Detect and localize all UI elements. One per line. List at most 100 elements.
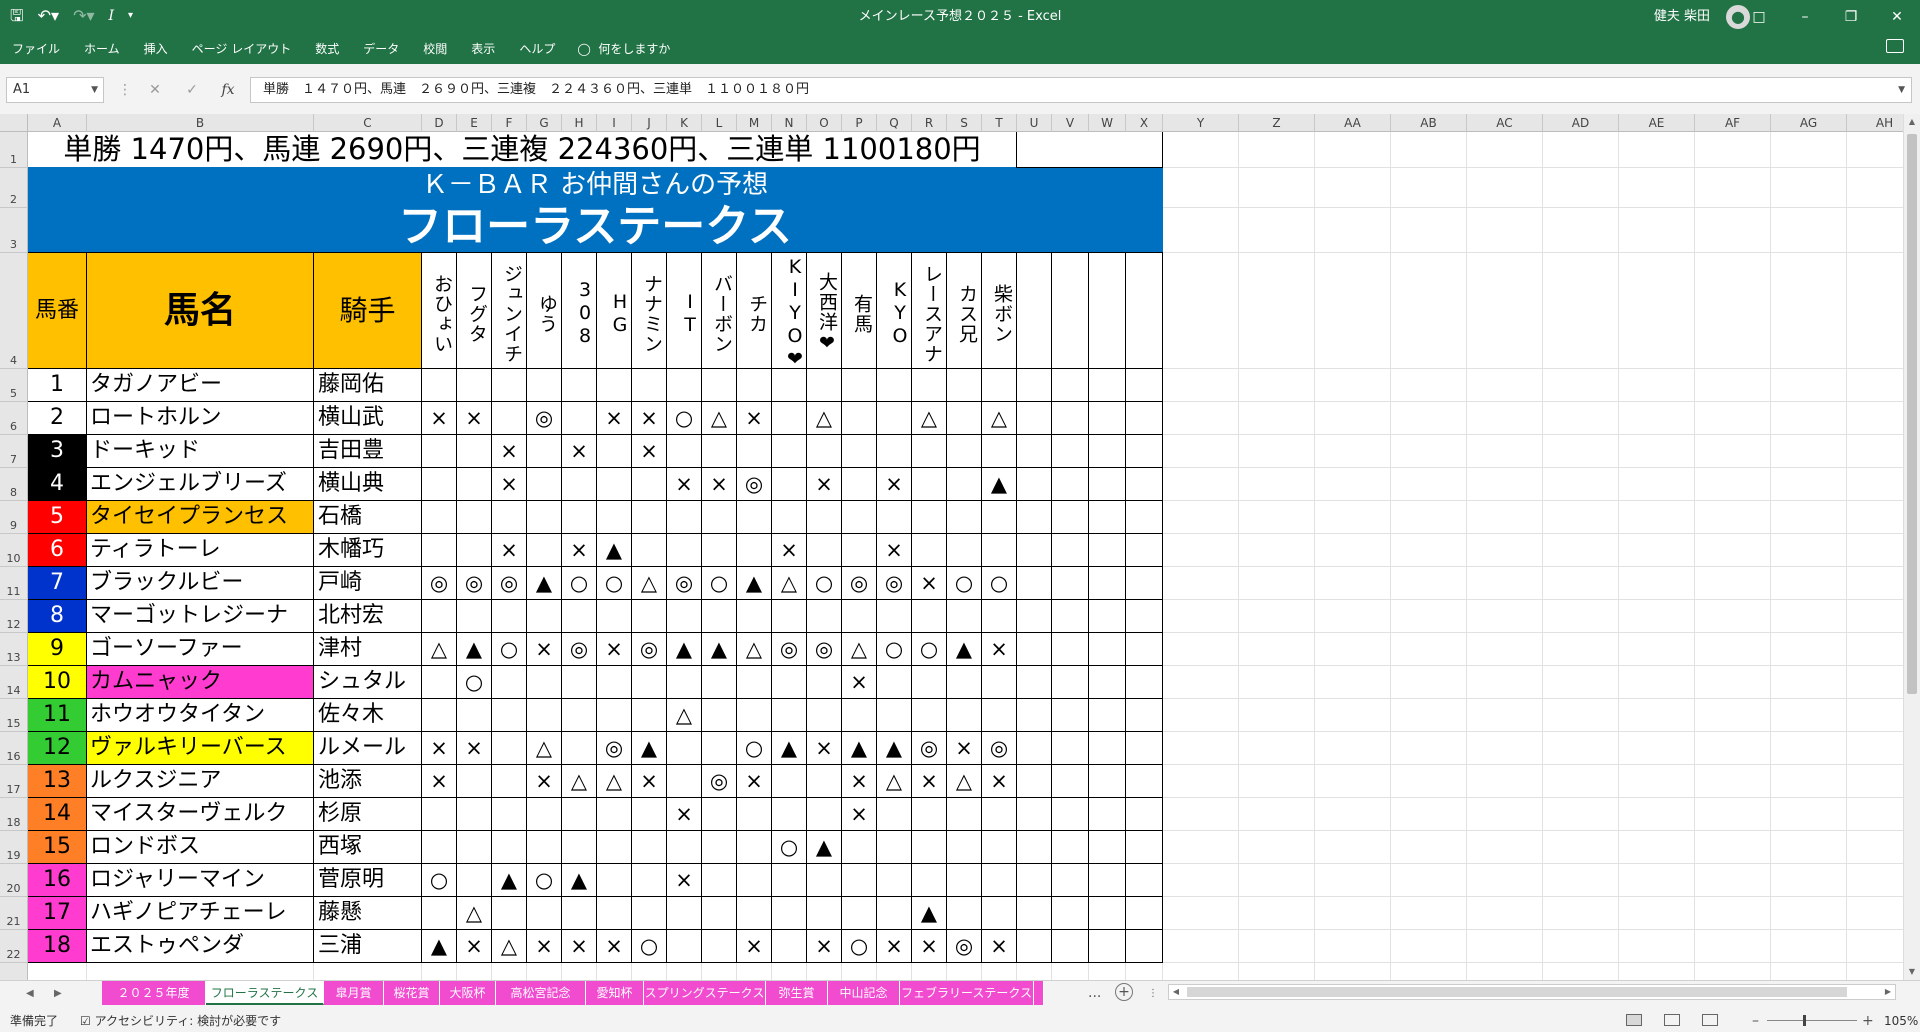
prediction-mark[interactable] [561, 500, 597, 534]
prediction-mark[interactable] [946, 500, 982, 534]
horse-name[interactable]: タガノアビー [86, 368, 314, 402]
sheet-tab[interactable]: フェブラリーステークス [900, 981, 1034, 1005]
prediction-mark[interactable] [596, 863, 632, 897]
page-layout-view-icon[interactable] [1664, 1014, 1680, 1026]
prediction-mark[interactable]: ○ [806, 566, 842, 600]
prediction-mark[interactable]: △ [771, 566, 807, 600]
tell-me-search[interactable]: ◯ 何をしますか [567, 34, 682, 64]
tab-formulas[interactable]: 数式 [303, 34, 351, 64]
select-all-corner[interactable] [0, 114, 28, 132]
prediction-mark[interactable]: ▲ [806, 830, 842, 864]
prediction-mark[interactable]: × [561, 434, 597, 468]
predictor-name[interactable]: KYO [876, 252, 912, 369]
prediction-mark[interactable] [421, 698, 457, 732]
row-header[interactable]: 6 [0, 402, 28, 435]
blank-cell[interactable] [1051, 599, 1089, 633]
column-header[interactable]: AA [1315, 114, 1391, 132]
minimize-icon[interactable]: – [1782, 0, 1828, 34]
prediction-mark[interactable]: ▲ [526, 566, 562, 600]
column-header[interactable]: A [28, 114, 87, 132]
prediction-mark[interactable]: ○ [841, 929, 877, 963]
prediction-mark[interactable] [841, 401, 877, 435]
prediction-mark[interactable]: ○ [631, 929, 667, 963]
insert-function-icon[interactable]: fx [213, 77, 243, 103]
prediction-mark[interactable]: ▲ [491, 863, 527, 897]
blank-cell[interactable] [1016, 929, 1052, 963]
prediction-mark[interactable]: × [911, 929, 947, 963]
prediction-mark[interactable] [946, 863, 982, 897]
cancel-icon[interactable]: ✕ [140, 77, 170, 103]
horse-name[interactable]: マーゴットレジーナ [86, 599, 314, 633]
blank-cell[interactable] [1016, 401, 1052, 435]
prediction-mark[interactable] [806, 764, 842, 798]
horse-name[interactable]: ブラックルビー [86, 566, 314, 600]
prediction-mark[interactable] [491, 665, 527, 699]
prediction-mark[interactable] [911, 368, 947, 402]
column-header[interactable]: L [702, 114, 737, 132]
blank-cell[interactable] [1088, 467, 1126, 501]
blank-cell[interactable] [1125, 632, 1163, 666]
prediction-mark[interactable] [806, 434, 842, 468]
prediction-mark[interactable] [911, 797, 947, 831]
row-header[interactable]: 7 [0, 435, 28, 468]
blank-cell[interactable] [1088, 401, 1126, 435]
prediction-mark[interactable] [701, 698, 737, 732]
prediction-mark[interactable] [911, 863, 947, 897]
prediction-mark[interactable] [981, 368, 1017, 402]
jockey-name[interactable]: 佐々木 [313, 698, 422, 732]
name-box[interactable]: A1 ▼ [6, 77, 104, 103]
prediction-mark[interactable]: △ [596, 764, 632, 798]
prediction-mark[interactable] [631, 698, 667, 732]
page-break-view-icon[interactable] [1702, 1014, 1718, 1026]
prediction-mark[interactable] [666, 434, 702, 468]
predictor-name[interactable]: KIYO❤ [771, 252, 807, 369]
zoom-in-icon[interactable]: + [1862, 1010, 1874, 1032]
prediction-mark[interactable] [561, 896, 597, 930]
prediction-mark[interactable] [771, 467, 807, 501]
jockey-name[interactable]: 三浦 [313, 929, 422, 963]
column-header[interactable]: G [527, 114, 562, 132]
prediction-mark[interactable] [526, 665, 562, 699]
blank-cell[interactable] [1016, 698, 1052, 732]
predictor-name[interactable]: ジュンイチ [491, 252, 527, 369]
column-header[interactable]: V [1052, 114, 1089, 132]
prediction-mark[interactable] [876, 665, 912, 699]
prediction-mark[interactable] [701, 533, 737, 567]
prediction-mark[interactable] [946, 830, 982, 864]
prediction-mark[interactable] [946, 665, 982, 699]
blank-cell[interactable] [1016, 434, 1052, 468]
tab-scroll-right-icon[interactable]: ▶ [54, 981, 62, 1007]
prediction-mark[interactable] [841, 500, 877, 534]
prediction-mark[interactable]: ▲ [841, 731, 877, 765]
prediction-mark[interactable]: × [421, 401, 457, 435]
tab-view[interactable]: 表示 [459, 34, 507, 64]
prediction-mark[interactable] [421, 533, 457, 567]
prediction-mark[interactable] [841, 830, 877, 864]
prediction-mark[interactable] [841, 533, 877, 567]
prediction-mark[interactable]: ◎ [876, 566, 912, 600]
column-header[interactable]: Q [877, 114, 912, 132]
blank-cell[interactable] [1088, 797, 1126, 831]
prediction-mark[interactable]: × [666, 797, 702, 831]
prediction-mark[interactable]: ◎ [981, 731, 1017, 765]
vertical-scroll-thumb[interactable] [1907, 134, 1917, 694]
blank-cell[interactable] [1051, 797, 1089, 831]
prediction-mark[interactable] [701, 797, 737, 831]
prediction-mark[interactable] [806, 896, 842, 930]
prediction-mark[interactable] [771, 401, 807, 435]
blank-cell[interactable] [1016, 830, 1052, 864]
horse-name[interactable]: ホウオウタイタン [86, 698, 314, 732]
prediction-mark[interactable] [946, 698, 982, 732]
header-horse[interactable]: 馬名 [86, 252, 314, 369]
prediction-mark[interactable] [911, 599, 947, 633]
prediction-mark[interactable] [946, 434, 982, 468]
prediction-mark[interactable] [666, 929, 702, 963]
prediction-mark[interactable] [596, 599, 632, 633]
column-header[interactable]: AB [1391, 114, 1467, 132]
prediction-mark[interactable] [421, 434, 457, 468]
row-header[interactable]: 18 [0, 798, 28, 831]
formula-input[interactable]: 単勝 １４７０円、馬連 ２６９０円、三連複 ２２４３６０円、三連単 １１００１８… [250, 77, 1912, 103]
prediction-mark[interactable] [736, 368, 772, 402]
prediction-mark[interactable]: × [421, 731, 457, 765]
prediction-mark[interactable]: ○ [736, 731, 772, 765]
